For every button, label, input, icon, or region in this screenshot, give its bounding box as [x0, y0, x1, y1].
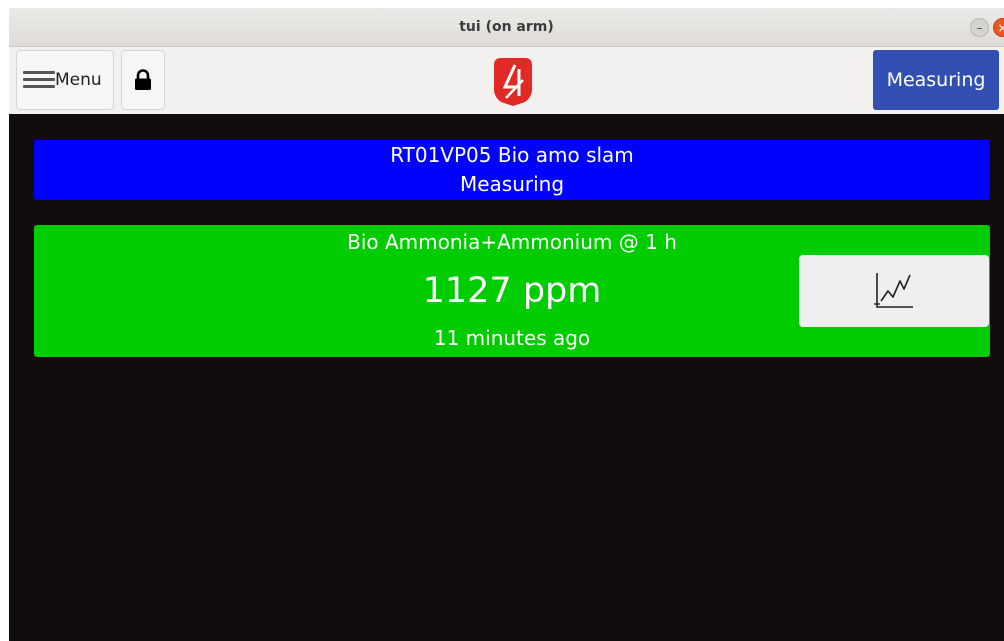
reading-card[interactable]: Bio Ammonia+Ammonium @ 1 h 1127 ppm 11 m… — [34, 225, 990, 357]
window-title: tui (on arm) — [459, 19, 554, 35]
device-name: RT01VP05 Bio amo slam — [390, 143, 634, 167]
menu-button[interactable]: Menu — [16, 50, 114, 110]
measuring-status-button[interactable]: Measuring — [873, 50, 999, 110]
lock-icon — [135, 69, 151, 90]
measuring-status-label: Measuring — [886, 69, 986, 91]
reading-parameter-label: Bio Ammonia+Ammonium @ 1 h — [347, 230, 677, 254]
hamburger-icon — [23, 71, 55, 89]
lock-button[interactable] — [121, 50, 165, 110]
reading-parameter: Bio Ammonia+Ammonium @ 1 h — [34, 230, 990, 254]
device-state: Measuring — [459, 172, 565, 196]
app-window: tui (on arm) – × Menu Measuring RT01VP05… — [9, 8, 1004, 641]
brand-logo — [494, 58, 532, 106]
close-button[interactable]: × — [993, 18, 1004, 37]
device-status-banner: RT01VP05 Bio amo slam Measuring — [34, 140, 990, 200]
trend-chart-icon — [874, 273, 913, 308]
title-bar: tui (on arm) – × — [9, 8, 1004, 47]
minimize-button[interactable]: – — [970, 18, 989, 37]
toolbar: Menu Measuring — [9, 47, 1004, 114]
chart-button[interactable] — [799, 255, 989, 327]
minimize-icon: – — [976, 20, 983, 35]
reading-age: 11 minutes ago — [433, 326, 591, 350]
window-controls: – × — [970, 18, 1004, 38]
close-icon: × — [997, 20, 1004, 35]
menu-button-label: Menu — [55, 70, 102, 90]
